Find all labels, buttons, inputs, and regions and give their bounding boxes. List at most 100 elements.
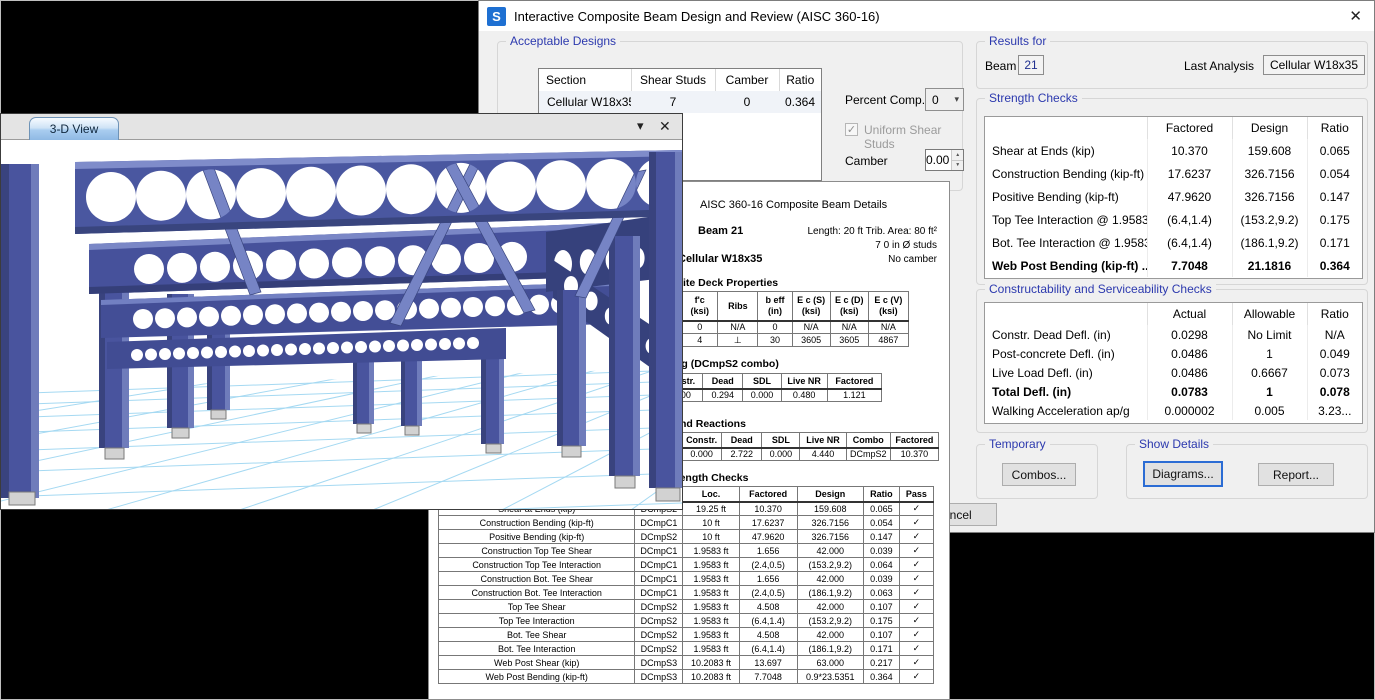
table-cell: 0.000 <box>682 448 722 461</box>
column-header: E c (S) (ksi) <box>792 292 830 321</box>
table-cell: 1.9583 ft <box>683 600 739 614</box>
report-button[interactable]: Report... <box>1258 463 1334 486</box>
table-cell: 30 <box>758 334 792 347</box>
table-cell: ✓ <box>899 656 933 670</box>
3d-view-window: 3-D View ▾ ✕ <box>0 113 683 510</box>
column-header: f'c (ksi) <box>682 292 718 321</box>
3d-viewport[interactable] <box>1 140 682 509</box>
table-cell: 1.9583 ft <box>683 614 739 628</box>
close-icon[interactable]: ✕ <box>1349 9 1362 24</box>
table-cell: (6.4,1.4) <box>739 614 797 628</box>
table-cell: ✓ <box>899 628 933 642</box>
show-details-group: Show Details Diagrams... Report... <box>1126 444 1368 499</box>
table-cell: 1.9583 ft <box>683 586 739 600</box>
table-row: Construction Bot. Tee InteractionDCmpC11… <box>439 586 934 600</box>
column-header: E c (V) (ksi) <box>868 292 908 321</box>
column-header: Ratio <box>779 69 821 91</box>
table-cell: 1 <box>1232 344 1307 363</box>
table-cell: 42.000 <box>797 544 863 558</box>
table-cell: 1.656 <box>739 544 797 558</box>
table-cell: (186.1,9.2) <box>797 642 863 656</box>
dialog-titlebar[interactable]: S Interactive Composite Beam Design and … <box>479 1 1374 32</box>
table-cell: 0.039 <box>863 544 899 558</box>
table-cell: 0 <box>715 91 779 113</box>
camber-value: 0.00 <box>926 150 951 170</box>
table-cell: Top Tee Shear <box>439 600 635 614</box>
table-cell: 159.608 <box>1232 139 1307 162</box>
table-cell: 1.9583 ft <box>683 544 739 558</box>
table-cell: Bot. Tee Shear <box>439 628 635 642</box>
table-cell: 47.9620 <box>739 530 797 544</box>
table-cell: 10.370 <box>1147 139 1232 162</box>
table-cell: 0.000002 <box>1147 401 1232 420</box>
table-cell: 0.0783 <box>1147 382 1232 401</box>
table-cell: 17.6237 <box>739 516 797 530</box>
table-cell: N/A <box>830 321 868 334</box>
table-cell: Web Post Shear (kip) <box>439 656 635 670</box>
camber-spinner[interactable]: 0.00 ▲ ▼ <box>925 149 964 171</box>
desktop: S Interactive Composite Beam Design and … <box>0 0 1375 700</box>
table-cell: 17.6237 <box>1147 162 1232 185</box>
table-cell: 1 <box>1232 382 1307 401</box>
strength-checks-group: Strength Checks FactoredDesignRatioShear… <box>976 98 1368 285</box>
table-cell: 0 <box>682 321 718 334</box>
table-row: Positive Bending (kip-ft)47.9620326.7156… <box>985 185 1362 208</box>
report-strength-table: Loc.FactoredDesignRatioPassShear at Ends… <box>438 486 934 684</box>
table-cell: 0.175 <box>863 614 899 628</box>
group-label: Results for <box>985 34 1050 48</box>
table-cell: 159.608 <box>797 502 863 516</box>
table-cell: 10 ft <box>683 516 739 530</box>
cellular-beam-front <box>75 150 682 234</box>
combos-button[interactable]: Combos... <box>1002 463 1076 486</box>
last-analysis-value-field[interactable]: Cellular W18x35 <box>1263 55 1365 75</box>
spin-up-icon[interactable]: ▲ <box>952 150 963 161</box>
uniform-shear-studs-checkbox[interactable]: ✓ <box>845 123 858 136</box>
table-row: Constr. Dead Defl. (in)0.0298No LimitN/A <box>985 325 1362 344</box>
loading-table: Constr.DeadSDLLive NRFactored0.0000.2940… <box>656 373 882 402</box>
percent-comp-dropdown[interactable]: 0 ▾ <box>925 88 964 111</box>
table-cell: Bot. Tee Interaction @ 1.9583 ft <box>985 231 1147 254</box>
table-cell: 0.0486 <box>1147 363 1232 382</box>
column-header: Factored <box>890 433 938 448</box>
table-cell: DCmpS2 <box>635 600 683 614</box>
table-row[interactable]: Cellular W18x35700.364 <box>539 91 821 113</box>
table-row: Web Post Bending (kip-ft) ...7.704821.18… <box>985 254 1362 277</box>
beam-value-field[interactable]: 21 <box>1018 55 1044 75</box>
table-cell: 1.121 <box>827 389 881 402</box>
table-cell: 1.9583 ft <box>683 628 739 642</box>
table-row: Live Load Defl. (in)0.04860.66670.073 <box>985 363 1362 382</box>
results-for-group: Results for Beam 21 Last Analysis Cellul… <box>976 41 1368 89</box>
table-cell: 0.000 <box>743 389 781 402</box>
table-cell: 0.0486 <box>1147 344 1232 363</box>
group-label: Acceptable Designs <box>506 34 620 48</box>
3d-view-tab[interactable]: 3-D View <box>29 117 119 140</box>
table-cell: ✓ <box>899 544 933 558</box>
spin-down-icon[interactable]: ▼ <box>952 161 963 171</box>
table-cell: 21.1816 <box>1232 254 1307 277</box>
table-row: Shear at Ends (kip)10.370159.6080.065 <box>985 139 1362 162</box>
diagrams-button[interactable]: Diagrams... <box>1143 461 1223 487</box>
close-icon[interactable]: ✕ <box>659 119 671 133</box>
column-header: Dead <box>722 433 762 448</box>
column-header: Ratio <box>863 487 899 502</box>
table-cell: 3605 <box>792 334 830 347</box>
table-cell: Top Tee Interaction @ 1.9583 ft <box>985 208 1147 231</box>
percent-comp-label: Percent Comp. <box>845 93 925 107</box>
table-cell: 4 <box>682 334 718 347</box>
app-logo-icon: S <box>487 7 506 26</box>
table-cell: N/A <box>792 321 830 334</box>
table-row: Top Tee ShearDCmpS21.9583 ft4.50842.0000… <box>439 600 934 614</box>
column-header: Pass <box>899 487 933 502</box>
table-cell: 0.000 <box>762 448 800 461</box>
table-cell: N/A <box>868 321 908 334</box>
table-cell: 47.9620 <box>1147 185 1232 208</box>
column-header: Factored <box>739 487 797 502</box>
checkmark-icon: ✓ <box>847 123 856 136</box>
collapse-icon[interactable]: ▾ <box>637 119 644 132</box>
3d-view-titlebar[interactable]: 3-D View ▾ ✕ <box>1 114 682 140</box>
chevron-down-icon: ▾ <box>954 94 963 105</box>
table-cell: DCmpS2 <box>635 642 683 656</box>
table-cell: ⊥ <box>718 334 758 347</box>
table-cell: 0.364 <box>779 91 821 113</box>
table-cell: Live Load Defl. (in) <box>985 363 1147 382</box>
